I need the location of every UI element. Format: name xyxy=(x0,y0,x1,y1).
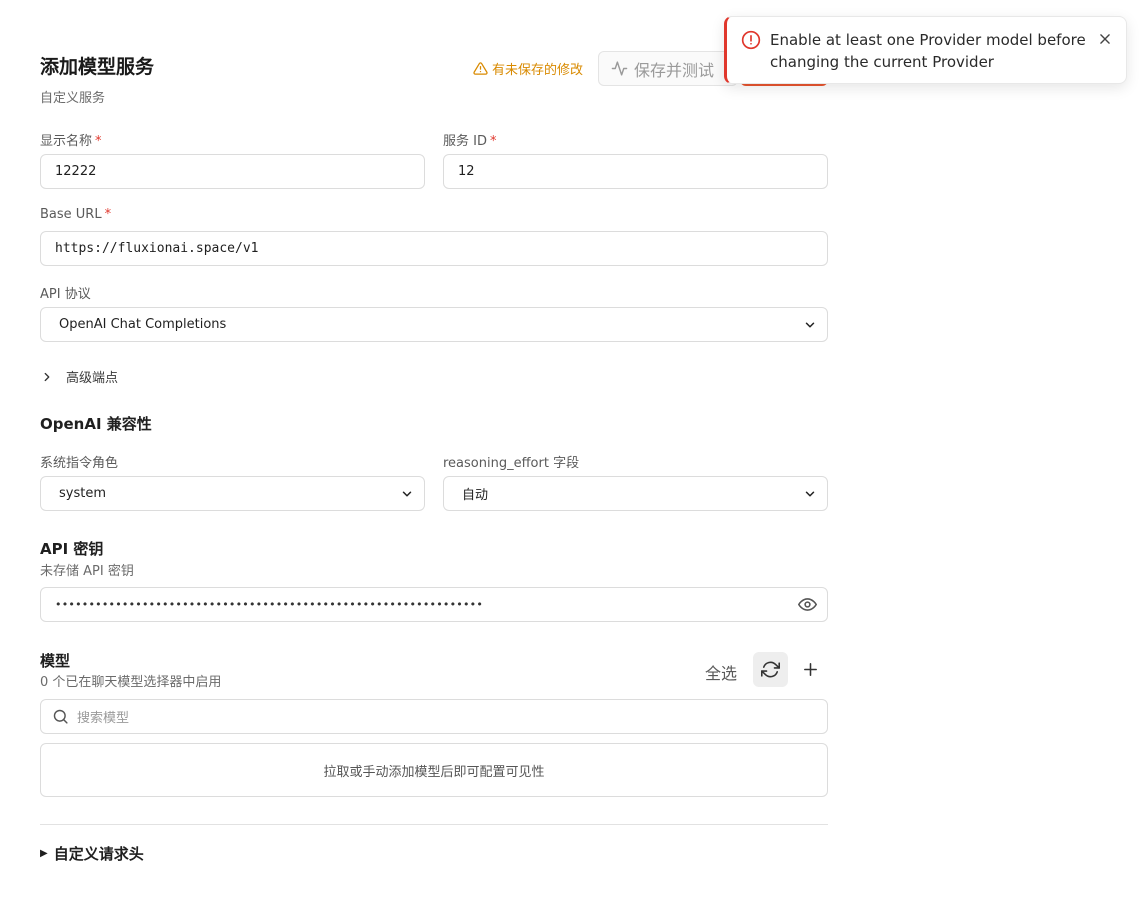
service-id-label: 服务 ID * xyxy=(443,134,497,149)
toast-close-button[interactable] xyxy=(1096,30,1114,48)
api-key-subtitle: 未存储 API 密钥 xyxy=(40,564,134,579)
page-subtitle: 自定义服务 xyxy=(40,91,106,106)
api-protocol-select[interactable]: OpenAI Chat Completions xyxy=(40,307,828,342)
reasoning-effort-select[interactable]: 自动 xyxy=(443,476,828,511)
toast-message: Enable at least one Provider model befor… xyxy=(770,31,1086,71)
openai-compat-title: OpenAI 兼容性 xyxy=(40,415,152,433)
models-empty-state: 拉取或手动添加模型后即可配置可见性 xyxy=(40,743,828,797)
chevron-down-icon xyxy=(805,490,815,497)
api-key-masked-value: ••••••••••••••••••••••••••••••••••••••••… xyxy=(55,598,484,611)
api-key-input[interactable]: ••••••••••••••••••••••••••••••••••••••••… xyxy=(40,587,828,622)
service-id-input[interactable]: 12 xyxy=(443,154,828,189)
unsaved-changes-text: 有未保存的修改 xyxy=(492,63,584,78)
chevron-down-icon xyxy=(805,321,815,328)
activity-icon xyxy=(611,61,628,76)
system-role-label: 系统指令角色 xyxy=(40,456,119,471)
error-toast: Enable at least one Provider model befor… xyxy=(724,16,1127,84)
chevron-down-icon xyxy=(402,490,412,497)
system-role-select[interactable]: system xyxy=(40,476,425,511)
add-model-service-page: 添加模型服务 自定义服务 有未保存的修改 保存并测试 显示名称 * 12222 服… xyxy=(0,0,1140,905)
search-models-input[interactable]: 搜索模型 xyxy=(40,699,828,734)
select-all-button[interactable]: 全选 xyxy=(705,660,737,684)
eye-icon[interactable] xyxy=(798,595,817,614)
models-subtitle: 0 个已在聊天模型选择器中启用 xyxy=(40,675,222,690)
section-divider xyxy=(40,824,828,825)
chevron-right-icon xyxy=(44,372,50,381)
page-title: 添加模型服务 xyxy=(40,56,155,78)
custom-headers-toggle[interactable]: ▶ 自定义请求头 xyxy=(40,843,144,864)
api-protocol-label: API 协议 xyxy=(40,287,91,302)
base-url-label: Base URL * xyxy=(40,207,112,222)
base-url-input[interactable]: https://fluxionai.space/v1 xyxy=(40,231,828,266)
warning-icon xyxy=(473,62,488,75)
plus-icon xyxy=(803,662,817,676)
required-mark: * xyxy=(104,207,112,222)
search-icon xyxy=(53,709,68,724)
display-name-input[interactable]: 12222 xyxy=(40,154,425,189)
reasoning-effort-label: reasoning_effort 字段 xyxy=(443,456,580,471)
refresh-icon xyxy=(761,661,780,678)
add-model-button[interactable] xyxy=(796,655,824,683)
refresh-models-button[interactable] xyxy=(753,652,788,687)
alert-circle-icon xyxy=(741,30,761,50)
search-placeholder: 搜索模型 xyxy=(77,711,130,726)
unsaved-changes-indicator: 有未保存的修改 xyxy=(473,59,583,78)
display-name-label: 显示名称 * xyxy=(40,134,102,149)
required-mark: * xyxy=(95,134,102,149)
close-icon xyxy=(1100,34,1110,44)
required-mark: * xyxy=(489,134,497,149)
api-key-title: API 密钥 xyxy=(40,540,104,558)
save-and-test-button[interactable]: 保存并测试 xyxy=(598,51,738,86)
save-and-test-label: 保存并测试 xyxy=(634,60,715,80)
models-title: 模型 xyxy=(40,652,71,670)
advanced-endpoints-toggle[interactable]: 高级端点 xyxy=(40,367,118,386)
triangle-right-icon: ▶ xyxy=(40,848,48,859)
